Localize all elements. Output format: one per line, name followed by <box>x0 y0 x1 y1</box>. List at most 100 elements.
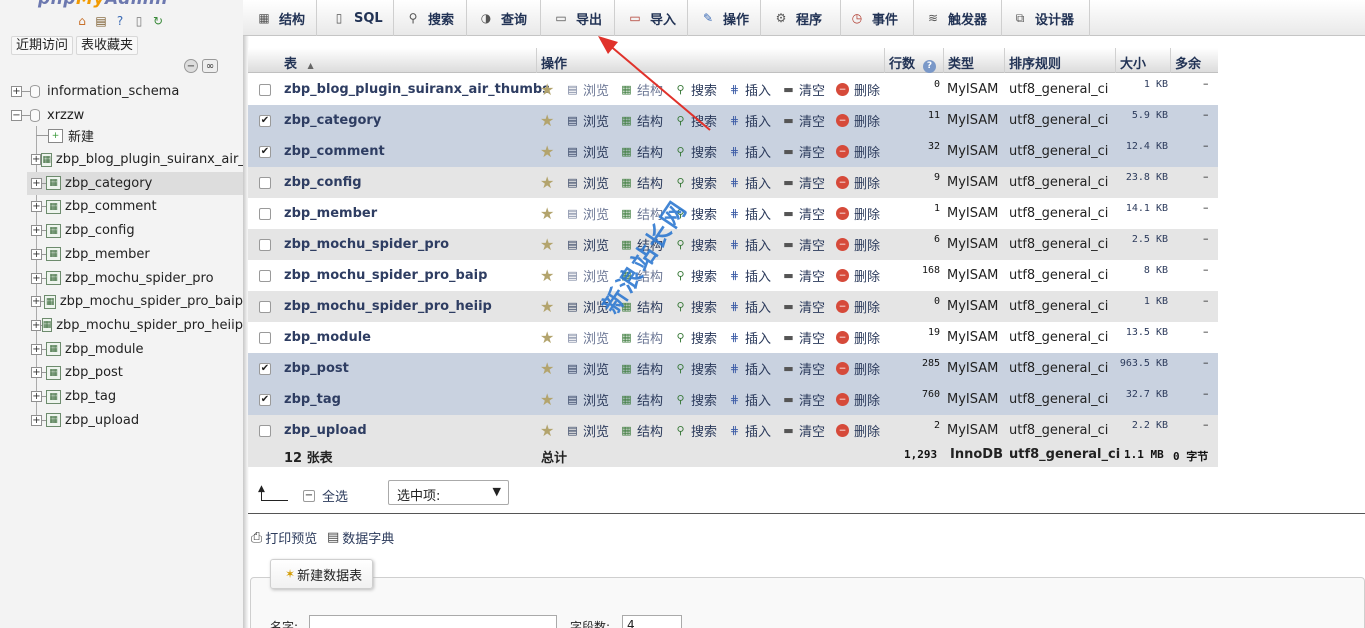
favorite-star-icon[interactable]: ★ <box>540 322 554 353</box>
table-size[interactable]: 5.9 KB <box>1116 105 1168 136</box>
favorite-star-icon[interactable]: ★ <box>540 167 554 198</box>
recent-button[interactable]: 近期访问 <box>11 36 74 55</box>
empty-action[interactable]: ▬ 清空 <box>781 105 825 136</box>
tree-item-table[interactable]: + ▦ zbp_category <box>27 171 243 195</box>
table-size[interactable]: 12.4 KB <box>1116 136 1168 167</box>
drop-action[interactable]: − 删除 <box>836 229 880 260</box>
browse-action[interactable]: ▤ 浏览 <box>565 198 609 229</box>
expand-icon[interactable]: + <box>11 86 22 97</box>
expand-icon[interactable]: + <box>31 272 42 284</box>
browse-action[interactable]: ▤ 浏览 <box>565 415 609 446</box>
tree-item-information-schema[interactable]: + information_schema <box>0 80 243 103</box>
table-name-link[interactable]: zbp_comment <box>284 136 385 167</box>
check-all[interactable]: − 全选 <box>303 486 348 505</box>
favorite-star-icon[interactable]: ★ <box>540 198 554 229</box>
tree-item-table[interactable]: + ▦ zbp_member <box>0 243 243 266</box>
data-dictionary-link[interactable]: ▤ 数据字典 <box>327 528 394 547</box>
expand-icon[interactable]: + <box>31 391 42 402</box>
reload-icon[interactable]: ↻ <box>150 13 166 29</box>
table-name-link[interactable]: zbp_member <box>284 198 377 229</box>
table-size[interactable]: 963.5 KB <box>1116 353 1168 384</box>
tree-item-table[interactable]: + ▦ zbp_post <box>0 361 243 384</box>
tree-item-table[interactable]: + ▦ zbp_mochu_spider_pro_heiip <box>0 314 243 337</box>
insert-action[interactable]: ⋕ 插入 <box>727 167 771 198</box>
drop-action[interactable]: − 删除 <box>836 415 880 446</box>
table-name-link[interactable]: zbp_tag <box>284 384 341 415</box>
table-row[interactable]: zbp_config ★ ▤ 浏览 ▦ 结构 ⚲ 搜索 ⋕ 插入 ▬ 清空 − 删除 9 MyISAM utf8… <box>248 167 1218 198</box>
row-checkbox[interactable]: ✔ <box>259 115 271 127</box>
table-name-link[interactable]: zbp_category <box>284 105 381 136</box>
with-selected-select[interactable]: 选中项: ▼ <box>388 480 509 505</box>
expand-icon[interactable]: + <box>31 367 42 379</box>
tree-item-table[interactable]: + ▦ zbp_blog_plugin_suiranx_air_ <box>0 148 243 171</box>
browse-action[interactable]: ▤ 浏览 <box>565 384 609 415</box>
table-row[interactable]: ✔ zbp_category ★ ▤ 浏览 ▦ 结构 ⚲ 搜索 ⋕ 插入 ▬ 清空 − 删除 11 MyISAM… <box>248 105 1218 136</box>
row-checkbox[interactable] <box>259 239 271 251</box>
row-checkbox[interactable] <box>259 84 271 96</box>
structure-action[interactable]: ▦ 结构 <box>619 322 663 353</box>
tab-designer[interactable]: ⧉ 设计器 <box>1002 0 1090 36</box>
search-action[interactable]: ⚲ 搜索 <box>673 167 717 198</box>
empty-action[interactable]: ▬ 清空 <box>781 384 825 415</box>
table-size[interactable]: 23.8 KB <box>1116 167 1168 198</box>
logout-icon[interactable]: ▤ <box>93 13 109 29</box>
search-action[interactable]: ⚲ 搜索 <box>673 322 717 353</box>
table-row[interactable]: zbp_module ★ ▤ 浏览 ▦ 结构 ⚲ 搜索 ⋕ 插入 ▬ 清空 − 删除 19 MyISAM utf… <box>248 322 1218 353</box>
table-size[interactable]: 14.1 KB <box>1116 198 1168 229</box>
table-row[interactable]: ✔ zbp_comment ★ ▤ 浏览 ▦ 结构 ⚲ 搜索 ⋕ 插入 ▬ 清空 − 删除 32 MyISAM u… <box>248 136 1218 167</box>
print-view-link[interactable]: ⎙ 打印预览 <box>251 528 317 548</box>
check-all-label[interactable]: 全选 <box>322 486 348 505</box>
header-type[interactable]: 类型 <box>948 53 974 72</box>
structure-action[interactable]: ▦ 结构 <box>619 167 663 198</box>
structure-action[interactable]: ▦ 结构 <box>619 136 663 167</box>
row-checkbox[interactable]: ✔ <box>259 146 271 158</box>
insert-action[interactable]: ⋕ 插入 <box>727 415 771 446</box>
home-icon[interactable]: ⌂ <box>74 13 90 29</box>
search-action[interactable]: ⚲ 搜索 <box>673 353 717 384</box>
tree-item-table[interactable]: + ▦ zbp_mochu_spider_pro_baip <box>0 290 243 313</box>
empty-action[interactable]: ▬ 清空 <box>781 260 825 291</box>
drop-action[interactable]: − 删除 <box>836 291 880 322</box>
tab-events[interactable]: ◷ 事件 <box>841 0 914 36</box>
table-row[interactable]: zbp_blog_plugin_suiranx_air_thumbs ★ ▤ 浏览 ▦ 结… <box>248 74 1218 105</box>
table-size[interactable]: 1 KB <box>1116 74 1168 105</box>
favorite-star-icon[interactable]: ★ <box>540 384 554 415</box>
row-checkbox[interactable]: ✔ <box>259 363 271 375</box>
search-action[interactable]: ⚲ 搜索 <box>673 229 717 260</box>
empty-action[interactable]: ▬ 清空 <box>781 136 825 167</box>
empty-action[interactable]: ▬ 清空 <box>781 415 825 446</box>
drop-action[interactable]: − 删除 <box>836 167 880 198</box>
tab-structure[interactable]: ▦ 结构 <box>243 0 317 36</box>
expand-icon[interactable]: + <box>31 319 42 331</box>
tab-routines[interactable]: ⚙ 程序 <box>761 0 841 36</box>
favorite-star-icon[interactable]: ★ <box>540 291 554 322</box>
empty-action[interactable]: ▬ 清空 <box>781 353 825 384</box>
insert-action[interactable]: ⋕ 插入 <box>727 105 771 136</box>
table-size[interactable]: 8 KB <box>1116 260 1168 291</box>
expand-icon[interactable]: + <box>31 343 42 355</box>
empty-action[interactable]: ▬ 清空 <box>781 322 825 353</box>
drop-action[interactable]: − 删除 <box>836 322 880 353</box>
favorite-star-icon[interactable]: ★ <box>540 415 554 446</box>
collapse-all-icon[interactable]: − <box>184 59 198 73</box>
expand-icon[interactable]: + <box>31 248 42 260</box>
table-size[interactable]: 1 KB <box>1116 291 1168 322</box>
empty-action[interactable]: ▬ 清空 <box>781 74 825 105</box>
table-name-link[interactable]: zbp_upload <box>284 415 367 446</box>
browse-action[interactable]: ▤ 浏览 <box>565 353 609 384</box>
table-size[interactable]: 2.5 KB <box>1116 229 1168 260</box>
drop-action[interactable]: − 删除 <box>836 136 880 167</box>
search-action[interactable]: ⚲ 搜索 <box>673 415 717 446</box>
header-size[interactable]: 大小 <box>1120 53 1146 72</box>
table-row[interactable]: zbp_member ★ ▤ 浏览 ▦ 结构 ⚲ 搜索 ⋕ 插入 ▬ 清空 − 删除 1 MyISAM utf8… <box>248 198 1218 229</box>
table-name-input[interactable] <box>309 615 557 628</box>
insert-action[interactable]: ⋕ 插入 <box>727 291 771 322</box>
insert-action[interactable]: ⋕ 插入 <box>727 229 771 260</box>
empty-action[interactable]: ▬ 清空 <box>781 291 825 322</box>
tree-item-new-table[interactable]: + 新建 <box>0 124 243 147</box>
favorite-star-icon[interactable]: ★ <box>540 136 554 167</box>
insert-action[interactable]: ⋕ 插入 <box>727 198 771 229</box>
tree-item-table[interactable]: + ▦ zbp_mochu_spider_pro <box>0 267 243 290</box>
header-rows[interactable]: 行数? <box>889 53 937 73</box>
docs-icon[interactable]: ▯ <box>131 13 147 29</box>
